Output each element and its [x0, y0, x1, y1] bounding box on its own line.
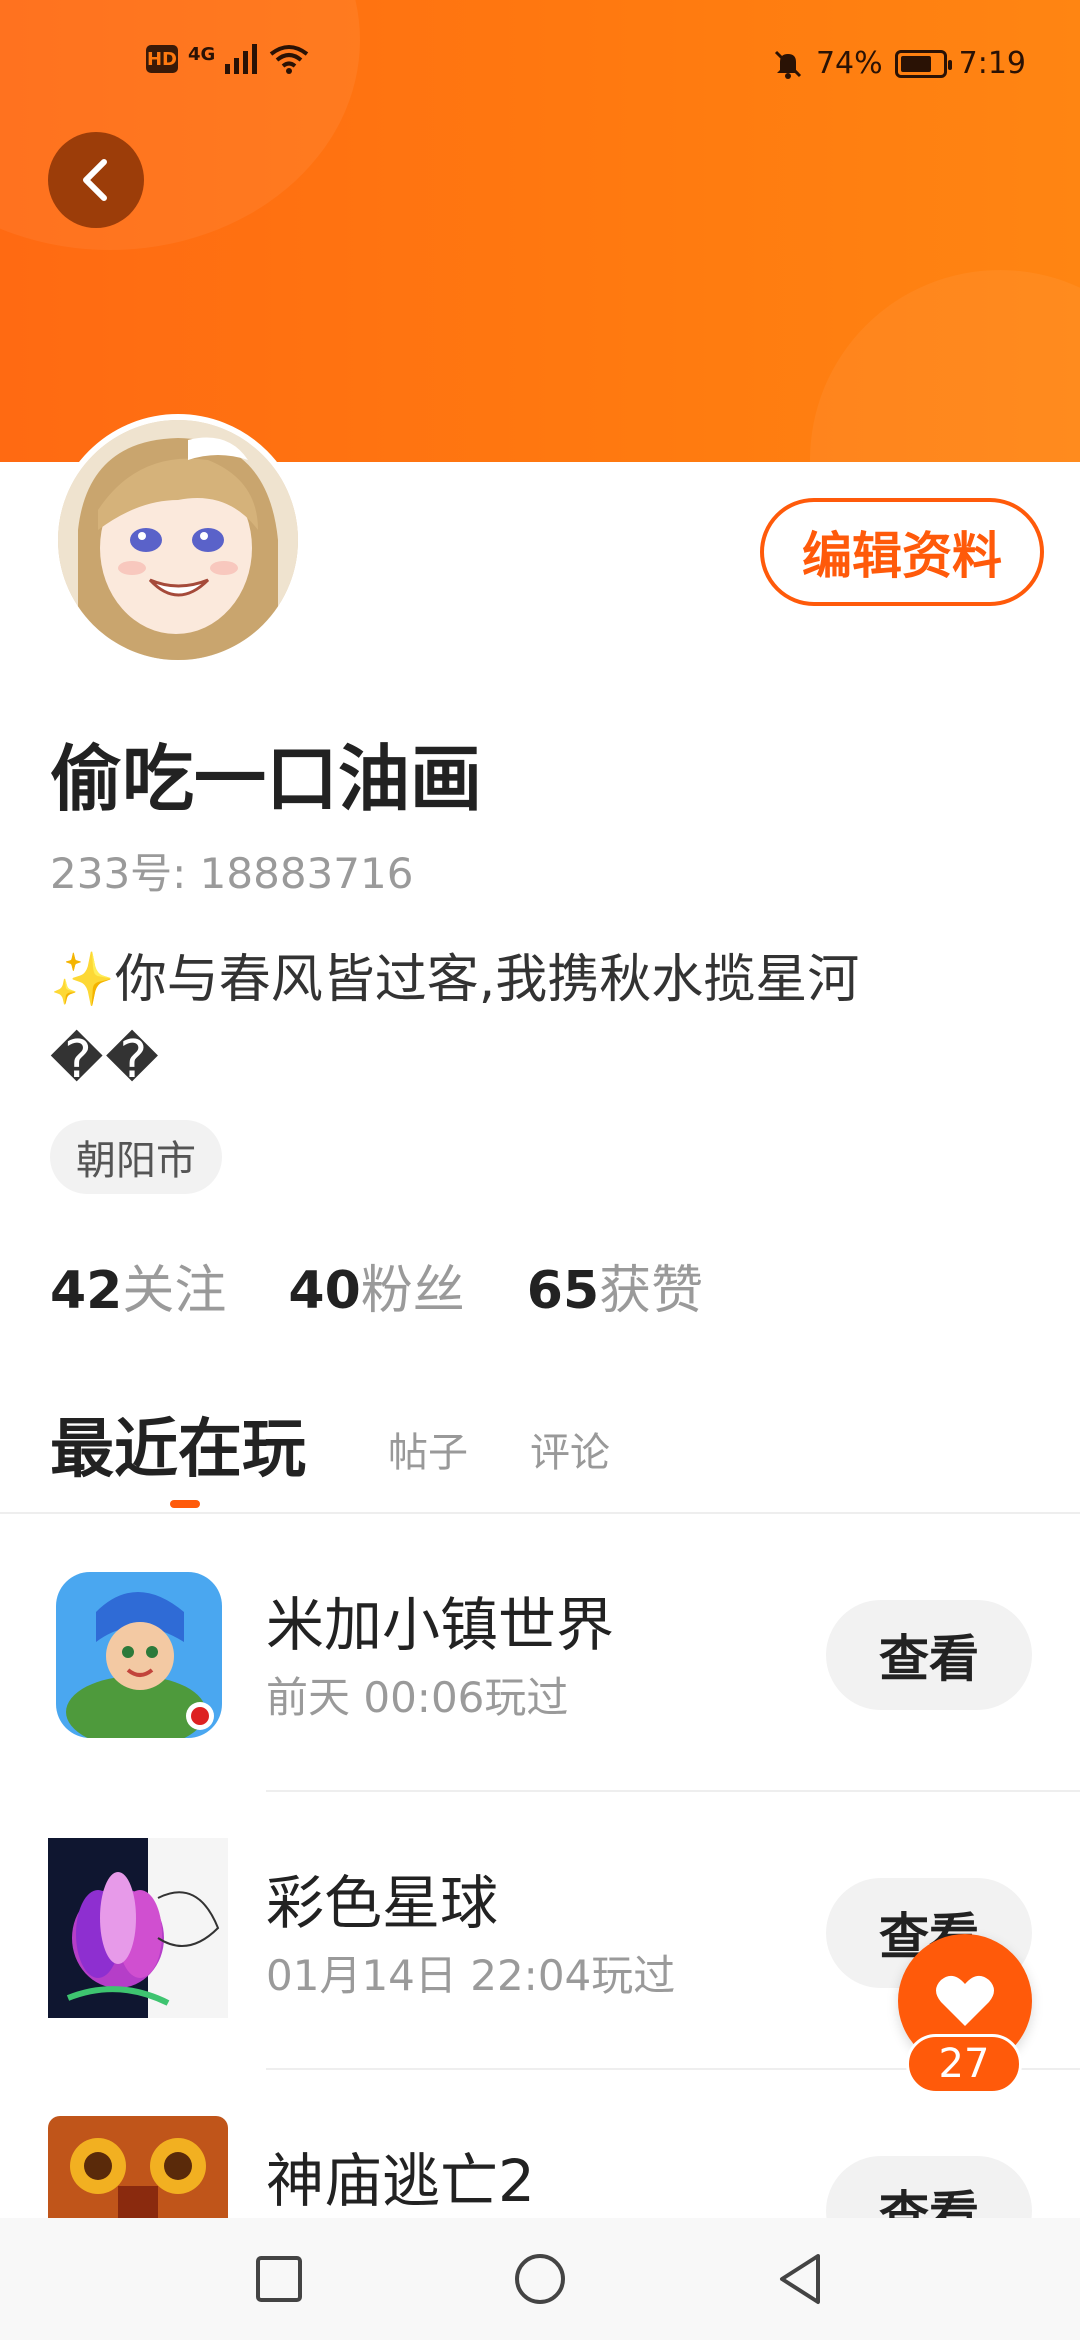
recents-icon[interactable]	[254, 2254, 304, 2304]
game-icon	[48, 1838, 228, 2018]
profile-tabs: 最近在玩 帖子 评论	[0, 1390, 1080, 1514]
profile-stats: 42关注 40粉丝 65获赞	[50, 1248, 703, 1323]
tab-recent-play[interactable]: 最近在玩	[50, 1398, 306, 1490]
avatar[interactable]	[52, 414, 304, 666]
chevron-left-icon	[83, 159, 107, 201]
status-left: HD 4G	[146, 44, 309, 74]
wifi-icon	[270, 45, 309, 74]
network-type: 4G	[188, 44, 216, 65]
bio-line: ��	[50, 1030, 161, 1090]
game-title: 神庙逃亡2	[266, 2147, 535, 2215]
heart-icon	[936, 1975, 994, 2026]
game-played-time: 01月14日 22:04玩过	[266, 1951, 676, 2000]
stat-followers[interactable]: 40粉丝	[288, 1248, 464, 1323]
like-count-badge: 27	[906, 2034, 1022, 2094]
tab-posts[interactable]: 帖子	[388, 1420, 468, 1478]
location-chip: 朝阳市	[50, 1120, 222, 1194]
battery-percent: 74%	[815, 46, 883, 81]
stat-likes[interactable]: 65获赞	[527, 1248, 703, 1323]
battery-level	[900, 55, 931, 72]
status-right: 74% 7:19	[772, 46, 1026, 81]
banner-decoration	[810, 270, 1080, 462]
tab-comments[interactable]: 评论	[530, 1420, 610, 1478]
back-button[interactable]	[48, 132, 144, 228]
stat-label: 粉丝	[360, 1261, 465, 1321]
list-item[interactable]: 米加小镇世界 前天 00:06玩过 查看	[0, 1514, 1080, 1792]
signal-icon	[225, 44, 258, 74]
stat-label: 获赞	[599, 1261, 704, 1321]
game-title: 米加小镇世界	[266, 1591, 615, 1659]
system-navigation-bar	[0, 2218, 1080, 2340]
avatar-illustration	[58, 420, 298, 660]
bio: ✨你与春风皆过客,我携秋水揽星河 ��	[50, 940, 990, 1100]
mute-bell-icon	[774, 50, 801, 79]
battery-icon	[894, 49, 952, 78]
stat-value: 42	[50, 1261, 123, 1321]
tab-indicator	[170, 1500, 200, 1508]
game-icon	[56, 1572, 222, 1738]
home-icon[interactable]	[512, 2251, 568, 2307]
stat-value: 65	[526, 1261, 600, 1321]
view-button[interactable]: 查看	[826, 1600, 1032, 1710]
user-id: 233号: 18883716	[50, 849, 414, 898]
stat-value: 40	[288, 1261, 361, 1321]
clock: 7:19	[958, 46, 1026, 81]
game-played-time: 前天 00:06玩过	[266, 1673, 569, 1722]
bio-line: ✨你与春风皆过客,我携秋水揽星河	[50, 950, 860, 1010]
nickname: 偷吃一口油画	[50, 737, 483, 821]
status-bar: HD 4G 74% 7:19	[0, 0, 1080, 130]
stat-label: 关注	[122, 1261, 227, 1321]
back-nav-icon[interactable]	[776, 2252, 826, 2306]
edit-profile-button[interactable]: 编辑资料	[760, 498, 1044, 606]
game-title: 彩色星球	[266, 1869, 499, 1937]
hd-icon: HD	[146, 45, 178, 73]
stat-following[interactable]: 42关注	[50, 1248, 226, 1323]
